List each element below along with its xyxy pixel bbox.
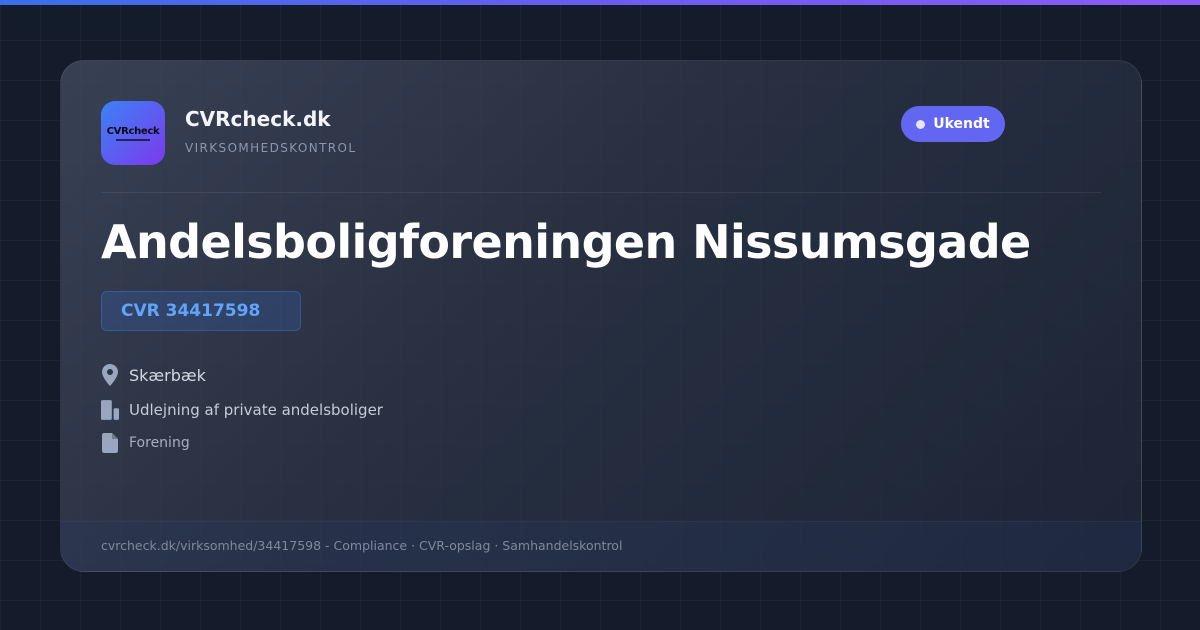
brand-logo[interactable]: CVRcheck (101, 101, 165, 165)
location-row: Skærbæk (101, 364, 206, 386)
logo-mark: CVRcheck (106, 121, 160, 145)
cvr-badge[interactable]: CVR 34417598 (101, 291, 301, 331)
status-label: Ukendt (933, 116, 990, 132)
status-dot-icon (916, 119, 926, 129)
status-badge: Ukendt (901, 106, 1005, 142)
location-text: Skærbæk (129, 365, 206, 385)
header-divider (101, 192, 1101, 193)
company-type-text: Forening (129, 435, 190, 451)
company-title: Andelsboligforeningen Nissumsgade (101, 215, 1031, 269)
cvr-number: CVR 34417598 (121, 301, 261, 321)
industry-text: Udlejning af private andelsboliger (129, 401, 383, 419)
company-card: CVRcheck CVRcheck.dk VIRKSOMHEDSKONTROL … (60, 60, 1142, 572)
company-type-row: Forening (101, 432, 190, 454)
industry-row: Udlejning af private andelsboliger (101, 399, 383, 421)
footer-link-text[interactable]: cvrcheck.dk/virksomhed/34417598 - Compli… (101, 538, 622, 553)
logo-wordmark: CVRcheck (106, 125, 160, 137)
document-icon (101, 432, 119, 454)
top-accent-bar (0, 0, 1200, 5)
map-pin-icon (101, 364, 119, 386)
brand-name[interactable]: CVRcheck.dk (185, 107, 331, 131)
brand-tagline: VIRKSOMHEDSKONTROL (185, 141, 357, 155)
building-icon (101, 399, 119, 421)
logo-underline (116, 138, 150, 141)
